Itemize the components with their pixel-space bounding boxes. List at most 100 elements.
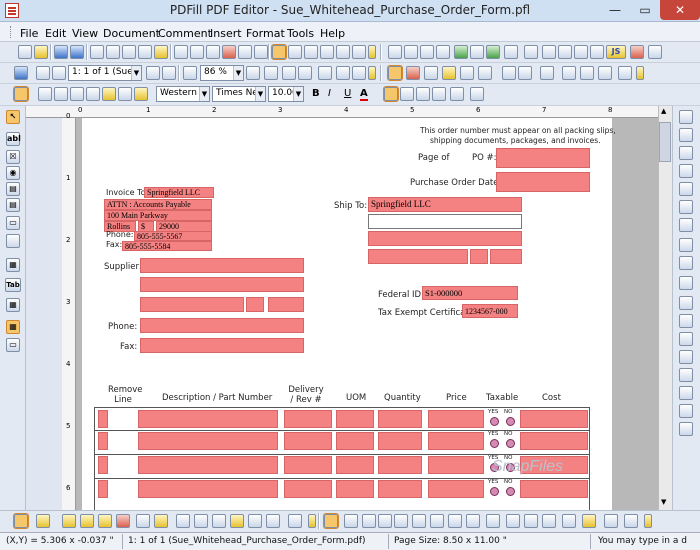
minimize-button[interactable]: — bbox=[600, 0, 630, 20]
line-item-field[interactable] bbox=[336, 456, 374, 474]
menu-file[interactable]: File bbox=[20, 27, 38, 40]
fit-page-icon[interactable] bbox=[282, 66, 296, 80]
sigma-icon[interactable] bbox=[266, 514, 280, 528]
chevron-down-icon[interactable]: ▼ bbox=[293, 87, 303, 101]
signature-tool-icon[interactable] bbox=[6, 234, 20, 248]
justify-icon[interactable] bbox=[432, 87, 446, 101]
line-color-icon[interactable] bbox=[542, 514, 556, 528]
opacity-icon[interactable] bbox=[624, 514, 638, 528]
ship-to-state-field[interactable] bbox=[470, 249, 488, 264]
line-item-field[interactable] bbox=[284, 480, 332, 498]
ship-to-address-field[interactable] bbox=[368, 214, 522, 229]
combo-field-icon[interactable] bbox=[70, 87, 84, 101]
line-item-field[interactable] bbox=[378, 432, 422, 450]
align-center-icon[interactable] bbox=[400, 87, 414, 101]
right-tool-18-icon[interactable] bbox=[679, 422, 693, 436]
right-tool-5-icon[interactable] bbox=[679, 182, 693, 196]
properties-icon[interactable] bbox=[138, 45, 152, 59]
line-item-field[interactable] bbox=[428, 456, 484, 474]
right-tool-7-icon[interactable] bbox=[679, 218, 693, 232]
info-icon[interactable] bbox=[648, 45, 662, 59]
invoice-phone-field[interactable]: 805-555-5567 bbox=[134, 231, 212, 241]
italic-button[interactable]: I bbox=[328, 88, 331, 99]
list-tool-icon[interactable]: ▤ bbox=[6, 182, 20, 196]
layout-icon[interactable] bbox=[352, 45, 366, 59]
ship-to-zip-field[interactable] bbox=[490, 249, 522, 264]
line-thickness-icon[interactable] bbox=[506, 514, 520, 528]
text-field-icon[interactable] bbox=[38, 87, 52, 101]
undo-icon[interactable] bbox=[238, 45, 252, 59]
merge-icon[interactable] bbox=[336, 45, 350, 59]
email-icon[interactable] bbox=[106, 45, 120, 59]
refresh-icon[interactable] bbox=[14, 66, 28, 80]
tab-order-icon[interactable]: Tab bbox=[5, 278, 21, 292]
line-item-field[interactable] bbox=[378, 456, 422, 474]
page-remove-icon[interactable] bbox=[470, 45, 484, 59]
right-tool-10-icon[interactable] bbox=[679, 276, 693, 290]
highlight-field-icon[interactable] bbox=[134, 87, 148, 101]
text-color-button[interactable]: A bbox=[360, 88, 368, 101]
toolbar-overflow-icon[interactable] bbox=[308, 514, 316, 528]
menu-insert[interactable]: Insert bbox=[210, 27, 242, 40]
copy-icon[interactable] bbox=[190, 45, 204, 59]
page-crop-icon[interactable] bbox=[436, 45, 450, 59]
invoice-fax-field[interactable]: 805-555-5584 bbox=[122, 241, 212, 251]
align-left-icon[interactable] bbox=[383, 86, 399, 102]
button-tool-icon[interactable]: ▭ bbox=[6, 216, 20, 230]
line-shape-icon[interactable] bbox=[580, 66, 594, 80]
chevron-down-icon[interactable]: ▼ bbox=[255, 87, 265, 101]
align-right-icon[interactable] bbox=[416, 87, 430, 101]
font-selector[interactable]: Times New ▼ bbox=[212, 86, 266, 102]
select-tool-icon[interactable]: ↖ bbox=[6, 110, 20, 124]
font-size-selector[interactable]: 10.00 ▼ bbox=[268, 86, 304, 102]
chevron-down-icon[interactable]: ▼ bbox=[131, 66, 141, 80]
next-page-icon[interactable] bbox=[146, 66, 160, 80]
line-end-icon[interactable] bbox=[598, 66, 612, 80]
draw-highlighter-icon[interactable] bbox=[154, 514, 168, 528]
callout-icon[interactable] bbox=[116, 514, 130, 528]
line-item-field[interactable] bbox=[428, 480, 484, 498]
line-item-field[interactable] bbox=[336, 432, 374, 450]
pen-icon[interactable] bbox=[424, 66, 438, 80]
close-button[interactable]: ✕ bbox=[660, 0, 700, 20]
dash-style-icon[interactable] bbox=[524, 514, 538, 528]
redo-icon[interactable] bbox=[254, 45, 268, 59]
chevron-down-icon[interactable]: ▼ bbox=[233, 66, 243, 80]
page-number-icon[interactable] bbox=[558, 45, 572, 59]
taxable-no-radio[interactable] bbox=[506, 417, 515, 426]
line-icon[interactable] bbox=[344, 514, 358, 528]
taxable-no-radio[interactable] bbox=[506, 487, 515, 496]
stamp-icon[interactable] bbox=[36, 514, 50, 528]
right-tool-2-icon[interactable] bbox=[679, 128, 693, 142]
toolbar-overflow-icon[interactable] bbox=[368, 45, 376, 59]
arrow-line-icon[interactable] bbox=[362, 514, 376, 528]
invoice-address-field[interactable]: 100 Main Parkway bbox=[104, 210, 212, 221]
page-layout-icon[interactable] bbox=[404, 45, 418, 59]
menu-comment[interactable]: Comment bbox=[158, 27, 212, 40]
comment-undo-icon[interactable] bbox=[502, 66, 516, 80]
right-tool-8-icon[interactable] bbox=[679, 238, 693, 252]
pan-icon[interactable] bbox=[318, 66, 332, 80]
lasso-icon[interactable] bbox=[460, 66, 474, 80]
right-tool-16-icon[interactable] bbox=[679, 386, 693, 400]
paragraph-icon[interactable] bbox=[450, 87, 464, 101]
text-box-icon[interactable] bbox=[62, 514, 76, 528]
draw-image-icon[interactable] bbox=[448, 514, 462, 528]
scroll-thumb[interactable] bbox=[659, 122, 671, 162]
delete-icon[interactable] bbox=[222, 45, 236, 59]
line-style-icon[interactable] bbox=[540, 66, 554, 80]
shape-fill-icon[interactable] bbox=[230, 514, 244, 528]
marquee-zoom-icon[interactable] bbox=[352, 66, 366, 80]
page-copy-icon[interactable] bbox=[388, 45, 402, 59]
chevron-down-icon[interactable]: ▼ bbox=[199, 87, 209, 101]
right-tool-14-icon[interactable] bbox=[679, 350, 693, 364]
security-icon[interactable] bbox=[574, 45, 588, 59]
supplier-state-field[interactable] bbox=[246, 297, 264, 312]
line-item-field[interactable] bbox=[138, 410, 278, 428]
menu-view[interactable]: View bbox=[72, 27, 98, 40]
zoom-out-icon[interactable] bbox=[183, 66, 197, 80]
ship-to-city-field[interactable] bbox=[368, 249, 468, 264]
new-icon[interactable] bbox=[18, 45, 32, 59]
line-item-field[interactable] bbox=[98, 410, 108, 428]
line-item-field[interactable] bbox=[520, 480, 588, 498]
